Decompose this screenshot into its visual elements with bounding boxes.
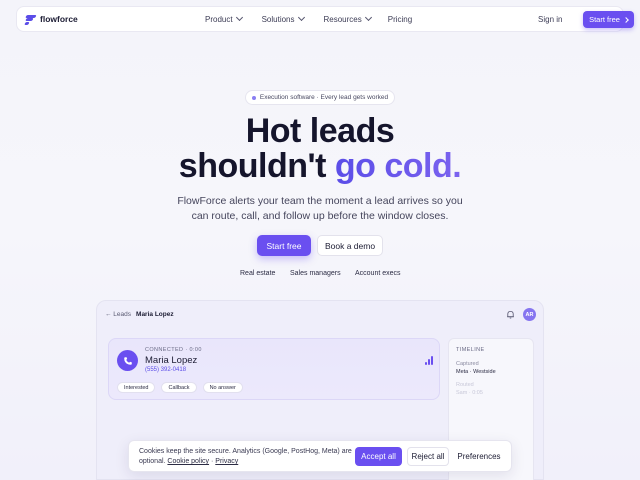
chip-interested[interactable]: Interested [117, 382, 156, 393]
book-demo-button[interactable]: Book a demo [317, 235, 383, 256]
top-navbar: flowforce Product Solutions Resources Pr… [16, 6, 634, 32]
timeline-entry-value: Sam · 0:05 [456, 390, 483, 396]
disposition-chips: Interested Callback No answer [117, 382, 243, 393]
sign-in-link[interactable]: Sign in [538, 15, 562, 24]
flowforce-logo-icon [24, 14, 37, 25]
timeline-entry-label: Captured [456, 361, 479, 367]
hero-start-free-button[interactable]: Start free [257, 235, 311, 256]
hero-badge: Execution software · Every lead gets wor… [245, 90, 395, 105]
cookie-banner: Cookies keep the site secure. Analytics … [128, 440, 512, 472]
audience-real-estate: Real estate [240, 270, 276, 277]
nav-item-product[interactable]: Product [205, 13, 243, 24]
breadcrumb: ← Leads Maria Lopez [105, 311, 174, 318]
avatar[interactable]: AR [523, 308, 536, 321]
audio-level-icon [425, 356, 433, 365]
audience-sales-managers: Sales managers [290, 270, 341, 277]
chip-callback[interactable]: Callback [161, 382, 197, 393]
chevron-down-icon [364, 13, 372, 22]
caller-name: Maria Lopez [145, 355, 198, 366]
caller-phone: (555) 392-0418 [145, 367, 187, 373]
privacy-link[interactable]: Privacy [215, 458, 238, 465]
timeline-entry-value: Meta · Westside [456, 369, 496, 375]
preferences-button[interactable]: Preferences [455, 447, 503, 466]
timeline-title: TIMELINE [456, 347, 485, 353]
cookie-message: Cookies keep the site secure. Analytics … [139, 448, 352, 465]
nav-item-resources[interactable]: Resources [324, 13, 372, 24]
nav-links: Product Solutions Resources Pricing [205, 13, 412, 24]
hero-headline-line2: shouldn't go cold. [178, 147, 462, 185]
breadcrumb-back-link[interactable]: ← Leads [105, 311, 131, 318]
chevron-down-icon [235, 13, 243, 22]
headline-accent: go cold. [334, 147, 462, 185]
chip-no-answer[interactable]: No answer [202, 382, 243, 393]
audience-account-execs: Account execs [355, 270, 401, 277]
cookie-policy-link[interactable]: Cookie policy [167, 458, 209, 465]
phone-icon [117, 350, 138, 371]
brand-logo[interactable]: flowforce [24, 14, 78, 25]
accept-all-button[interactable]: Accept all [355, 447, 402, 466]
hero-headline-line1: Hot leads [245, 112, 395, 150]
nav-item-solutions[interactable]: Solutions [262, 13, 305, 24]
call-status: CONNECTED · 0:00 [145, 347, 202, 353]
brand-name: flowforce [40, 14, 78, 24]
dot-icon [251, 95, 256, 100]
breadcrumb-current: Maria Lopez [136, 311, 174, 318]
chevron-right-icon [623, 16, 629, 23]
active-call-card: CONNECTED · 0:00 Maria Lopez (555) 392-0… [108, 338, 440, 400]
chevron-down-icon [297, 13, 305, 22]
timeline-entry-label: Routed [456, 382, 474, 388]
hero-subtitle-line2: can route, call, and follow up before th… [191, 210, 449, 222]
hero-subtitle-line1: FlowForce alerts your team the moment a … [177, 195, 463, 207]
nav-item-pricing[interactable]: Pricing [388, 15, 412, 24]
nav-start-free-button[interactable]: Start free [583, 11, 634, 28]
bell-icon[interactable] [506, 310, 515, 319]
reject-all-button[interactable]: Reject all [407, 447, 449, 466]
